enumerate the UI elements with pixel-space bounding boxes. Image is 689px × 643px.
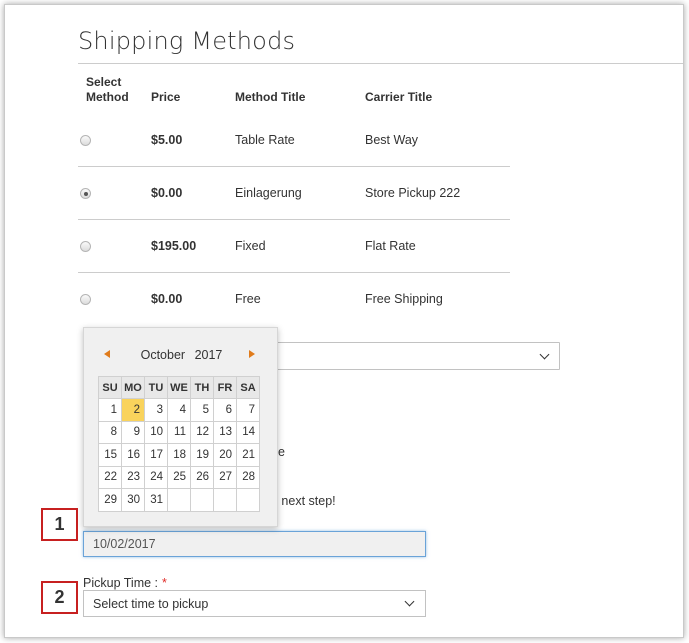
calendar-day[interactable]: 6 xyxy=(213,398,237,422)
row-divider xyxy=(78,272,510,273)
calendar-day[interactable]: 9 xyxy=(121,420,145,444)
calendar-empty-cell xyxy=(167,488,191,512)
calendar-day[interactable]: 27 xyxy=(213,465,237,489)
row-method-title: Free xyxy=(235,292,261,306)
pickup-time-label: Pickup Time : * xyxy=(83,576,167,590)
calendar-day[interactable]: 21 xyxy=(236,443,260,467)
calendar-day[interactable]: 16 xyxy=(121,443,145,467)
weekday-header: MO xyxy=(121,376,145,399)
calendar-empty-cell xyxy=(190,488,214,512)
weekday-header: FR xyxy=(213,376,237,399)
row-price: $0.00 xyxy=(151,292,183,306)
row-divider xyxy=(78,219,510,220)
calendar-day[interactable]: 11 xyxy=(167,420,191,444)
radio-einlagerung[interactable] xyxy=(80,188,91,199)
datepicker-month: October xyxy=(140,348,186,362)
calendar-day[interactable]: 1 xyxy=(98,398,122,422)
weekday-header: TH xyxy=(190,376,214,399)
calendar-day[interactable]: 10 xyxy=(144,420,168,444)
title-divider xyxy=(78,63,683,64)
header-select-method: Select Method xyxy=(86,75,129,104)
calendar-day[interactable]: 7 xyxy=(236,398,260,422)
calendar-day[interactable]: 13 xyxy=(213,420,237,444)
calendar-week-row: 8 9 10 11 12 13 14 xyxy=(98,420,260,444)
callout-badge-1: 1 xyxy=(41,508,78,541)
radio-fixed[interactable] xyxy=(80,241,91,252)
calendar-day[interactable]: 2 xyxy=(121,398,145,422)
calendar-day[interactable]: 20 xyxy=(213,443,237,467)
calendar-day[interactable]: 15 xyxy=(98,443,122,467)
calendar-week-row: 29 30 31 xyxy=(98,488,260,512)
calendar-day[interactable]: 24 xyxy=(144,465,168,489)
radio-table-rate[interactable] xyxy=(80,135,91,146)
datepicker: October 2017 SU MO TU WE TH FR SA 1 2 3 4 5 6 7 8 9 10 1… xyxy=(83,327,278,527)
weekday-header: TU xyxy=(144,376,168,399)
row-method-title: Fixed xyxy=(235,239,266,253)
calendar-day[interactable]: 14 xyxy=(236,420,260,444)
weekday-header: SA xyxy=(236,376,260,399)
page-title: Shipping Methods xyxy=(78,27,296,55)
calendar-day[interactable]: 5 xyxy=(190,398,214,422)
row-carrier-title: Free Shipping xyxy=(365,292,443,306)
calendar-day[interactable]: 8 xyxy=(98,420,122,444)
calendar-day[interactable]: 26 xyxy=(190,465,214,489)
calendar-empty-cell xyxy=(236,488,260,512)
chevron-down-icon xyxy=(539,349,550,360)
calendar-day[interactable]: 25 xyxy=(167,465,191,489)
calendar-day[interactable]: 23 xyxy=(121,465,145,489)
calendar-empty-cell xyxy=(213,488,237,512)
calendar-day[interactable]: 29 xyxy=(98,488,122,512)
calendar-day[interactable]: 4 xyxy=(167,398,191,422)
calendar-week-row: 1234567 xyxy=(98,398,260,422)
calendar-day[interactable]: 17 xyxy=(144,443,168,467)
calendar-day[interactable]: 30 xyxy=(121,488,145,512)
row-price: $195.00 xyxy=(151,239,197,253)
required-asterisk: * xyxy=(162,576,167,590)
calendar-grid: SU MO TU WE TH FR SA 1 2 3 4 5 6 7 8 9 10 11 12 13 14 15 16 17… xyxy=(98,376,260,512)
calendar-day[interactable]: 31 xyxy=(144,488,168,512)
chevron-down-icon xyxy=(404,596,415,607)
pickup-date-input[interactable]: 10/02/2017 xyxy=(83,531,426,557)
row-method-title: Einlagerung xyxy=(235,186,302,200)
datepicker-year: 2017 xyxy=(194,348,223,362)
header-carrier-title: Carrier Title xyxy=(365,90,433,104)
calendar-week-row: 15 16 17 18 19 20 21 xyxy=(98,443,260,467)
partial-text-line: o next step! xyxy=(271,494,336,508)
row-divider xyxy=(78,166,510,167)
next-month-arrow-icon[interactable] xyxy=(249,350,255,358)
row-price: $5.00 xyxy=(151,133,183,147)
row-carrier-title: Store Pickup 222 xyxy=(365,186,461,200)
pickup-time-select[interactable]: Select time to pickup xyxy=(83,590,426,617)
weekday-header: SU xyxy=(98,376,122,399)
calendar-day[interactable]: 3 xyxy=(144,398,168,422)
header-method-title: Method Title xyxy=(235,90,306,104)
calendar-day[interactable]: 28 xyxy=(236,465,260,489)
row-price: $0.00 xyxy=(151,186,183,200)
weekday-header: WE xyxy=(167,376,191,399)
calendar-day[interactable]: 12 xyxy=(190,420,214,444)
screenshot-frame: Shipping Methods Select Method Price Met… xyxy=(4,4,684,638)
calendar-day[interactable]: 22 xyxy=(98,465,122,489)
pickup-time-placeholder: Select time to pickup xyxy=(93,597,209,611)
callout-badge-2: 2 xyxy=(41,581,78,614)
calendar-week-row: 22 23 24 25 26 27 28 xyxy=(98,465,260,489)
row-method-title: Table Rate xyxy=(235,133,295,147)
row-carrier-title: Flat Rate xyxy=(365,239,416,253)
calendar-day[interactable]: 19 xyxy=(190,443,214,467)
radio-free[interactable] xyxy=(80,294,91,305)
row-carrier-title: Best Way xyxy=(365,133,419,147)
header-price: Price xyxy=(151,90,181,104)
calendar-day[interactable]: 18 xyxy=(167,443,191,467)
